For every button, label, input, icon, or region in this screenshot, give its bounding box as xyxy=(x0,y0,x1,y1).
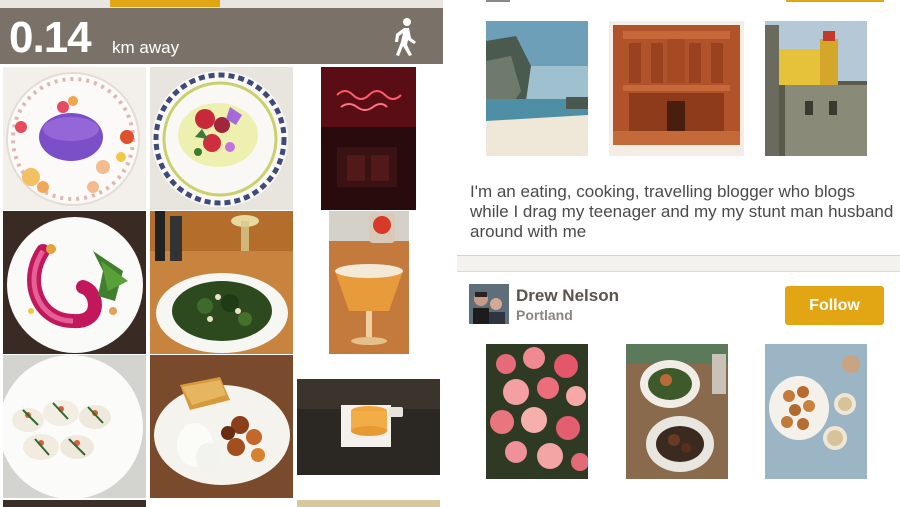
grid-photo[interactable] xyxy=(3,355,146,498)
profile-photo[interactable] xyxy=(609,21,744,156)
grid-photo[interactable] xyxy=(150,355,293,498)
previous-follow-button-edge[interactable] xyxy=(786,0,884,2)
tab-strip xyxy=(0,0,443,8)
avatar[interactable] xyxy=(469,284,509,324)
grid-photo[interactable] xyxy=(3,67,146,210)
grid-photo[interactable] xyxy=(297,67,440,210)
grid-photo[interactable] xyxy=(150,67,293,210)
user-bio: I'm an eating, cooking, travelling blogg… xyxy=(470,182,894,241)
nearby-panel: 0.14 km away xyxy=(0,0,443,507)
profile-feed-panel: I'm an eating, cooking, travelling blogg… xyxy=(457,0,900,507)
grid-photo[interactable] xyxy=(297,355,440,498)
distance-unit: km away xyxy=(112,38,180,57)
distance-value: 0.14 xyxy=(9,13,92,62)
previous-photo-edge xyxy=(486,0,510,2)
user-photo[interactable] xyxy=(765,344,867,479)
grid-photo[interactable] xyxy=(3,500,146,507)
profile-photo[interactable] xyxy=(486,21,588,156)
user-photo[interactable] xyxy=(486,344,588,479)
section-divider xyxy=(457,255,900,272)
grid-photo[interactable] xyxy=(3,211,146,354)
active-tab-indicator[interactable] xyxy=(110,0,220,7)
grid-photo[interactable] xyxy=(297,500,440,507)
distance-bar: 0.14 km away xyxy=(0,8,443,64)
user-location: Portland xyxy=(516,307,573,323)
grid-photo[interactable] xyxy=(297,211,440,354)
follow-button[interactable]: Follow xyxy=(785,286,884,325)
photo-grid xyxy=(0,64,443,507)
walking-person-icon[interactable] xyxy=(389,17,421,57)
user-name[interactable]: Drew Nelson xyxy=(516,286,619,306)
user-photo[interactable] xyxy=(626,344,728,479)
profile-photo[interactable] xyxy=(765,21,867,156)
app-screen: 0.14 km away I'm an eating, cooking, tra… xyxy=(0,0,900,507)
grid-photo[interactable] xyxy=(150,211,293,354)
